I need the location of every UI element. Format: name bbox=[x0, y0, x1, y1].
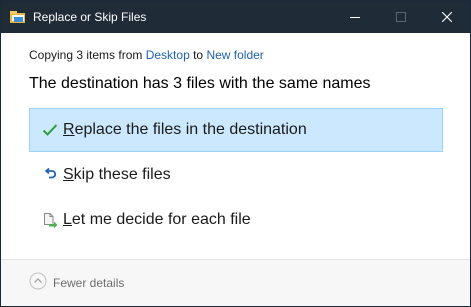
option-decide-label: Let me decide for each file bbox=[63, 211, 251, 228]
destination-folder-link[interactable]: New folder bbox=[206, 48, 263, 62]
option-skip-label: Skip these files bbox=[63, 166, 171, 183]
dialog-content: Copying 3 items from Desktop to New fold… bbox=[1, 33, 470, 242]
option-skip[interactable]: Skip these files bbox=[29, 153, 443, 197]
file-explorer-icon bbox=[10, 10, 26, 24]
replace-or-skip-dialog: Replace or Skip Files Copying 3 items fr… bbox=[0, 0, 471, 307]
fewer-details-button[interactable]: Fewer details bbox=[29, 272, 124, 295]
chevron-up-icon bbox=[29, 272, 47, 295]
to-word: to bbox=[189, 48, 207, 62]
check-icon bbox=[39, 119, 61, 141]
source-folder-link[interactable]: Desktop bbox=[146, 48, 190, 62]
maximize-icon bbox=[396, 12, 406, 22]
fewer-details-label: Fewer details bbox=[53, 276, 125, 290]
close-icon bbox=[442, 12, 452, 22]
copying-prefix: Copying 3 items from bbox=[29, 48, 146, 62]
option-replace[interactable]: Replace the files in the destination bbox=[29, 108, 443, 152]
close-button[interactable] bbox=[424, 1, 470, 33]
option-replace-label: Replace the files in the destination bbox=[63, 121, 307, 138]
skip-arrow-icon bbox=[39, 164, 61, 186]
file-decide-icon bbox=[39, 209, 61, 231]
minimize-icon bbox=[350, 17, 360, 18]
options-list: Replace the files in the destination Ski… bbox=[29, 108, 470, 242]
minimize-button[interactable] bbox=[332, 1, 378, 33]
copying-status: Copying 3 items from Desktop to New fold… bbox=[29, 46, 470, 64]
maximize-button[interactable] bbox=[378, 1, 424, 33]
dialog-footer: Fewer details bbox=[1, 259, 470, 306]
conflict-headline: The destination has 3 files with the sam… bbox=[29, 75, 371, 92]
option-decide[interactable]: Let me decide for each file bbox=[29, 198, 443, 242]
window-title: Replace or Skip Files bbox=[33, 10, 147, 24]
title-bar[interactable]: Replace or Skip Files bbox=[1, 1, 470, 33]
